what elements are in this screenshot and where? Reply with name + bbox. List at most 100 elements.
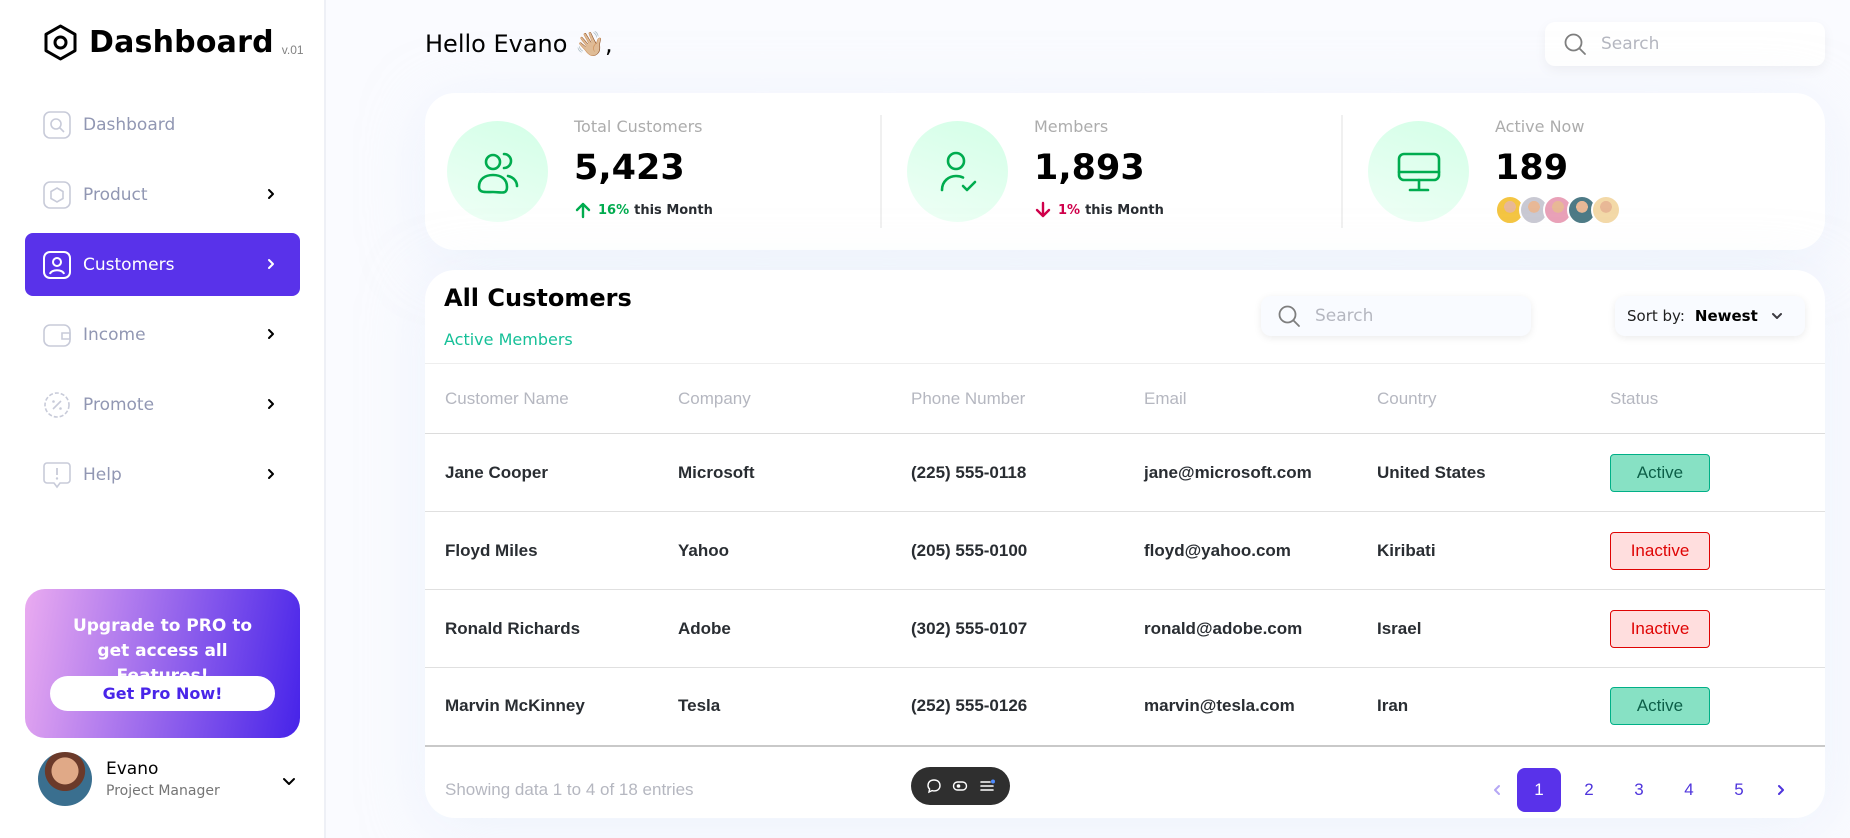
profile[interactable]: Evano Project Manager: [38, 752, 298, 806]
column-header: Email: [1124, 363, 1357, 434]
sidebar-item-help[interactable]: Help: [25, 443, 300, 506]
upgrade-text: Upgrade to PRO to get access all Feature…: [72, 616, 253, 686]
sort-value: Newest: [1694, 307, 1758, 325]
eye-icon[interactable]: [952, 778, 968, 794]
user-square-icon: [43, 250, 71, 279]
stats-card: Total Customers 5,423 16% this Month Mem…: [425, 93, 1825, 250]
country-cell: United States: [1357, 433, 1590, 512]
stat-label: Active Now: [1495, 117, 1585, 136]
status-cell: Inactive: [1590, 511, 1825, 590]
status-badge[interactable]: Inactive: [1610, 609, 1710, 648]
message-question-icon: [43, 461, 71, 489]
column-header: Customer Name: [425, 363, 658, 434]
get-pro-button[interactable]: Get Pro Now!: [50, 676, 275, 711]
stat-label: Members: [1034, 117, 1109, 136]
stat-trend: 1% this Month: [1034, 201, 1164, 219]
trend-percent: 16%: [598, 202, 630, 218]
sidebar-item-promote[interactable]: Promote: [25, 373, 300, 436]
stat-active-now: Active Now 189: [1346, 93, 1816, 250]
status-badge[interactable]: Inactive: [1610, 531, 1710, 570]
chevron-down-icon: [1770, 309, 1784, 323]
customers-search[interactable]: [1261, 296, 1531, 336]
greeting: Hello Evano 👋🏼,: [425, 30, 613, 58]
phone-cell: (252) 555-0126: [891, 667, 1124, 747]
brand-title: Dashboard: [89, 25, 274, 60]
divider: [880, 115, 882, 228]
status-badge[interactable]: Active: [1610, 687, 1710, 726]
brand-version: v.01: [281, 42, 304, 57]
table-row[interactable]: Jane Cooper Microsoft (225) 555-0118 jane@m…: [425, 433, 1825, 512]
stat-value: 189: [1495, 148, 1569, 188]
sidebar-item-product[interactable]: Product: [25, 163, 300, 226]
status-cell: Active: [1590, 667, 1825, 747]
profile-name: Evano: [106, 759, 159, 779]
sidebar-item-label: Customers: [83, 254, 175, 275]
chevron-right-icon[interactable]: [1764, 768, 1798, 812]
sidebar-item-dashboard[interactable]: Dashboard: [25, 93, 300, 156]
sidebar: Dashboard v.01 Dashboard Product Customers…: [0, 0, 326, 838]
page-button[interactable]: 2: [1567, 768, 1611, 812]
table-row[interactable]: Ronald Richards Adobe (302) 555-0107 ronald…: [425, 589, 1825, 668]
stat-trend: 16% this Month: [574, 201, 713, 219]
email-cell: marvin@tesla.com: [1124, 667, 1357, 747]
company-cell: Adobe: [658, 589, 891, 668]
chevron-right-icon: [264, 397, 278, 411]
country-cell: Kiribati: [1357, 511, 1590, 590]
sort-dropdown[interactable]: Sort by: Newest: [1615, 296, 1805, 336]
column-header: Status: [1590, 363, 1825, 434]
chevron-left-icon[interactable]: [1480, 768, 1514, 812]
avatar: [38, 752, 92, 806]
wallet-icon: [43, 321, 71, 349]
search-input[interactable]: [1601, 34, 1801, 54]
customers-search-input[interactable]: [1315, 306, 1515, 326]
table-row[interactable]: Floyd Miles Yahoo (205) 555-0100 floyd@yaho…: [425, 511, 1825, 590]
trend-suffix: this Month: [1085, 202, 1164, 218]
page-button[interactable]: 4: [1667, 768, 1711, 812]
user-avatar: [1591, 195, 1621, 225]
customer-name-cell: Marvin McKinney: [425, 667, 658, 747]
list-icon[interactable]: [979, 778, 995, 794]
divider: [1341, 115, 1343, 228]
stat-total-customers: Total Customers 5,423 16% this Month: [425, 93, 885, 250]
phone-cell: (205) 555-0100: [891, 511, 1124, 590]
status-cell: Active: [1590, 433, 1825, 512]
phone-cell: (302) 555-0107: [891, 589, 1124, 668]
brand[interactable]: Dashboard v.01: [42, 24, 304, 61]
comment-icon[interactable]: [926, 778, 942, 794]
chevron-down-icon[interactable]: [280, 772, 298, 790]
sidebar-item-customers[interactable]: Customers: [25, 233, 300, 296]
country-cell: Israel: [1357, 589, 1590, 668]
company-cell: Microsoft: [658, 433, 891, 512]
page-button[interactable]: 5: [1717, 768, 1761, 812]
top-search[interactable]: [1545, 22, 1825, 66]
customers-card: All Customers Active Members Sort by: Ne…: [425, 270, 1825, 818]
customer-name-cell: Ronald Richards: [425, 589, 658, 668]
sidebar-item-label: Product: [83, 184, 148, 205]
company-cell: Tesla: [658, 667, 891, 747]
customer-name-cell: Jane Cooper: [425, 433, 658, 512]
phone-cell: (225) 555-0118: [891, 433, 1124, 512]
arrow-up-icon: [574, 201, 592, 219]
status-badge[interactable]: Active: [1610, 453, 1710, 492]
profile-role: Project Manager: [106, 783, 220, 799]
sidebar-item-income[interactable]: Income: [25, 303, 300, 366]
sidebar-nav: Dashboard Product Customers Income Promote He…: [25, 93, 300, 513]
email-cell: ronald@adobe.com: [1124, 589, 1357, 668]
key-icon: [43, 110, 71, 139]
page-button[interactable]: 1: [1517, 768, 1561, 812]
table-row[interactable]: Marvin McKinney Tesla (252) 555-0126 marvin…: [425, 667, 1825, 747]
chevron-right-icon: [264, 187, 278, 201]
page-button[interactable]: 3: [1617, 768, 1661, 812]
trend-percent: 1%: [1058, 202, 1081, 218]
sidebar-item-label: Help: [83, 464, 122, 485]
entries-info: Showing data 1 to 4 of 18 entries: [445, 780, 694, 799]
stat-label: Total Customers: [574, 117, 703, 136]
column-header: Country: [1357, 363, 1590, 434]
chevron-right-icon: [264, 327, 278, 341]
upgrade-card: Upgrade to PRO to get access all Feature…: [25, 589, 300, 738]
company-cell: Yahoo: [658, 511, 891, 590]
search-icon: [1277, 304, 1301, 328]
customers-subtitle[interactable]: Active Members: [444, 330, 573, 349]
country-cell: Iran: [1357, 667, 1590, 747]
column-header: Phone Number: [891, 363, 1124, 434]
